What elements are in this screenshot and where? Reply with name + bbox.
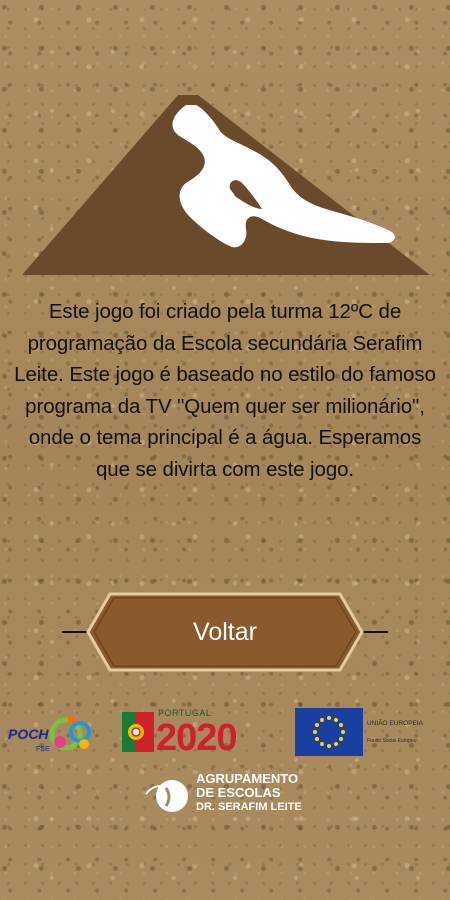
- eu-title: UNIÃO EUROPEIA: [367, 720, 423, 727]
- back-button[interactable]: Voltar: [84, 591, 366, 673]
- portugal-2020-logo: PORTUGAL 2020: [120, 706, 272, 762]
- school-logo: AGRUPAMENTO DE ESCOLAS DR. SERAFIM LEITE: [140, 770, 340, 826]
- mountain-logo: [22, 95, 430, 275]
- portugal-2020-big: 2020: [156, 717, 238, 759]
- poch-sub: FSE: [36, 746, 50, 753]
- school-name-line2: DE ESCOLAS: [196, 785, 281, 800]
- portugal-flag-icon: [122, 712, 154, 752]
- back-button-label: Voltar: [193, 618, 257, 646]
- school-name: AGRUPAMENTO DE ESCOLAS DR. SERAFIM LEITE: [196, 772, 302, 814]
- eu-sub: Fundo Social Europeu: [367, 738, 417, 744]
- about-text: Este jogo foi criado pela turma 12ºC de …: [14, 300, 436, 481]
- school-name-line1: AGRUPAMENTO: [196, 771, 299, 786]
- school-emblem-icon: [145, 780, 188, 812]
- sponsor-logos: POCH FSE PORTUGAL 2020 UNIÃO EUROPEIA Fu…: [0, 700, 450, 830]
- mountain-snow: [172, 105, 395, 248]
- eu-flag-icon: [295, 708, 363, 756]
- back-button-row: Voltar: [62, 591, 388, 673]
- poch-name: POCH: [8, 726, 49, 742]
- poch-logo: POCH FSE: [6, 708, 98, 760]
- school-name-line3: DR. SERAFIM LEITE: [196, 801, 302, 813]
- eu-logo: UNIÃO EUROPEIA Fundo Social Europeu: [295, 708, 435, 760]
